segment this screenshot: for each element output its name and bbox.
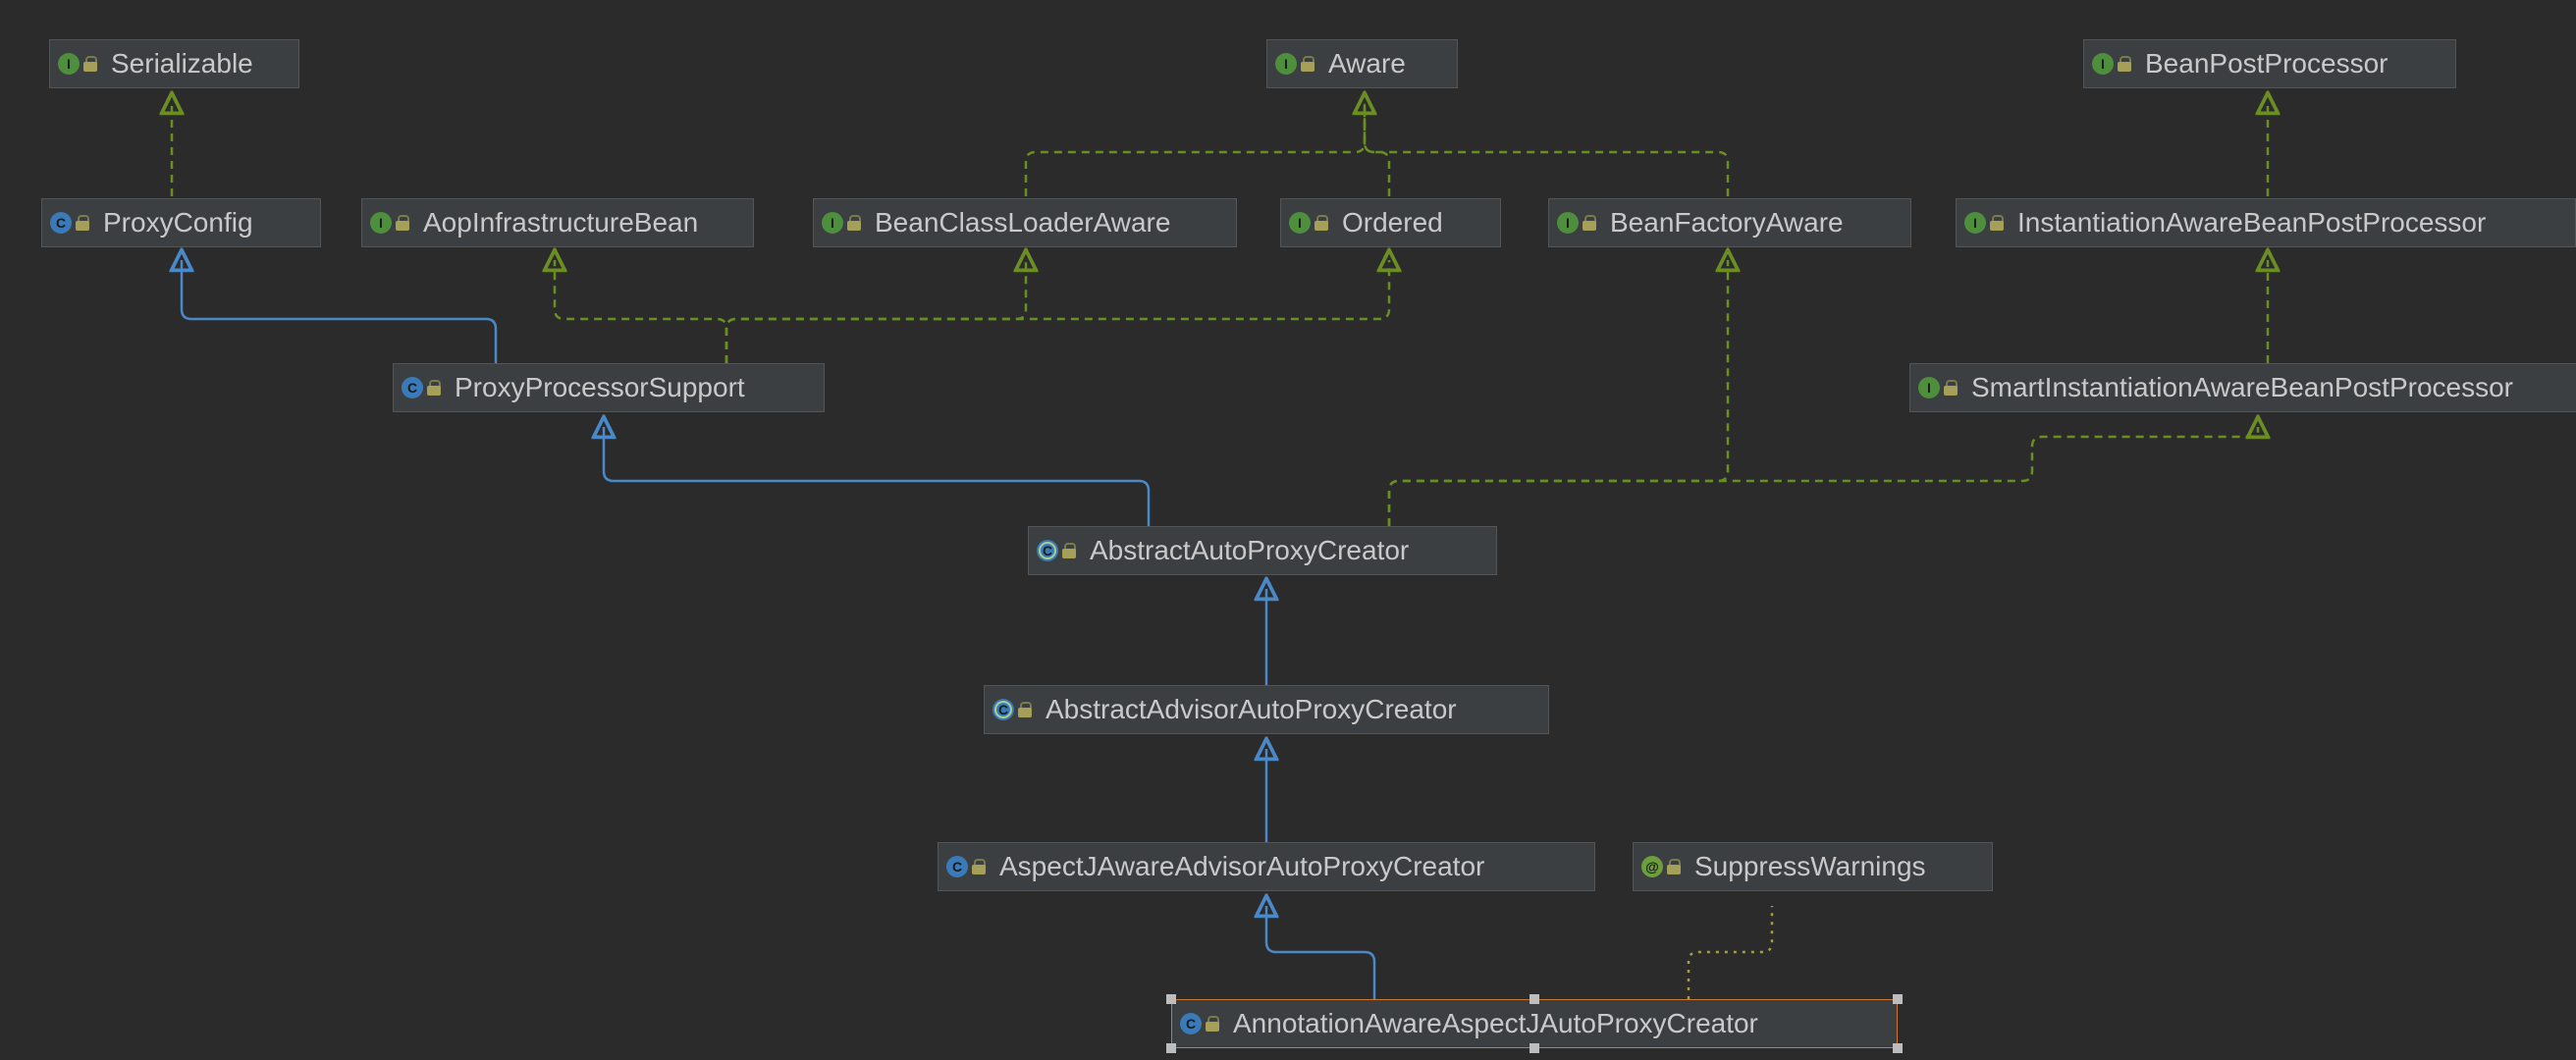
selection-handle[interactable]: [1893, 1043, 1903, 1053]
selection-handle[interactable]: [1166, 994, 1176, 1004]
lock-icon: [1667, 859, 1681, 874]
interface-icon: I: [1289, 212, 1311, 234]
node-label: Serializable: [111, 48, 253, 80]
edge-ordered-aware: [1365, 103, 1389, 196]
node-label: SuppressWarnings: [1694, 851, 1926, 882]
interface-icon: I: [58, 53, 80, 75]
lock-icon: [83, 56, 97, 72]
lock-icon: [396, 215, 409, 231]
annotation-icon: @: [1641, 856, 1663, 877]
node-label: ProxyConfig: [103, 207, 253, 238]
node-aopinfrabean[interactable]: I AopInfrastructureBean: [361, 198, 754, 247]
lock-icon: [1315, 215, 1328, 231]
lock-icon: [1018, 702, 1032, 717]
lock-icon: [2118, 56, 2131, 72]
node-ordered[interactable]: I Ordered: [1280, 198, 1501, 247]
abstract-class-icon: C: [1037, 540, 1058, 561]
node-label: InstantiationAwareBeanPostProcessor: [2017, 207, 2486, 238]
node-label: Ordered: [1342, 207, 1443, 238]
selection-handle[interactable]: [1530, 1043, 1539, 1053]
edge-pps-aopinfra: [555, 260, 726, 363]
edge-aapc-smartinst: [1389, 427, 2258, 526]
node-aspectjawareadvisorautoproxycreator[interactable]: C AspectJAwareAdvisorAutoProxyCreator: [938, 842, 1595, 891]
node-smartinstawarebpp[interactable]: I SmartInstantiationAwareBeanPostProcess…: [1909, 363, 2576, 412]
edge-pps-bcla: [726, 260, 1026, 363]
node-label: AbstractAdvisorAutoProxyCreator: [1046, 694, 1457, 725]
edge-annoaware-suppress: [1689, 906, 1772, 999]
interface-icon: I: [1964, 212, 1986, 234]
interface-icon: I: [822, 212, 843, 234]
selection-handle[interactable]: [1530, 994, 1539, 1004]
node-proxyprocessorsupport[interactable]: C ProxyProcessorSupport: [393, 363, 825, 412]
interface-icon: I: [370, 212, 392, 234]
node-serializable[interactable]: I Serializable: [49, 39, 299, 88]
node-abstractadvisorautoproxycreator[interactable]: C AbstractAdvisorAutoProxyCreator: [984, 685, 1549, 734]
class-icon: C: [402, 377, 423, 398]
lock-icon: [1990, 215, 2004, 231]
edge-pps-ordered: [726, 260, 1389, 363]
edge-pps-proxyconfig: [182, 260, 496, 363]
node-abstractautoproxycreator[interactable]: C AbstractAutoProxyCreator: [1028, 526, 1497, 575]
edge-bfa-aware: [1365, 103, 1728, 196]
node-instantiationawarebpp[interactable]: I InstantiationAwareBeanPostProcessor: [1956, 198, 2576, 247]
interface-icon: I: [1918, 377, 1940, 398]
node-label: BeanPostProcessor: [2145, 48, 2388, 80]
diagram-canvas[interactable]: I Serializable I Aware I BeanPostProcess…: [0, 0, 2576, 1060]
node-label: SmartInstantiationAwareBeanPostProcessor: [1971, 372, 2513, 403]
lock-icon: [972, 859, 986, 874]
node-beanclassloaderaware[interactable]: I BeanClassLoaderAware: [813, 198, 1237, 247]
interface-icon: I: [1557, 212, 1579, 234]
node-label: AbstractAutoProxyCreator: [1090, 535, 1409, 566]
node-beanpostprocessor[interactable]: I BeanPostProcessor: [2083, 39, 2456, 88]
selection-handle[interactable]: [1166, 1043, 1176, 1053]
class-icon: C: [1180, 1013, 1202, 1034]
edge-aapc-pps: [604, 427, 1149, 526]
class-icon: C: [946, 856, 968, 877]
node-suppresswarnings[interactable]: @ SuppressWarnings: [1633, 842, 1993, 891]
interface-icon: I: [1275, 53, 1297, 75]
lock-icon: [1206, 1016, 1219, 1032]
lock-icon: [1062, 543, 1076, 558]
edge-aapc-bfa: [1389, 260, 1728, 526]
lock-icon: [1944, 380, 1958, 396]
selection-handle[interactable]: [1893, 994, 1903, 1004]
node-label: AnnotationAwareAspectJAutoProxyCreator: [1233, 1008, 1758, 1039]
node-annotationawareaspectjautoproxycreator[interactable]: C AnnotationAwareAspectJAutoProxyCreator: [1171, 999, 1898, 1048]
edge-annoaware-ajaware: [1266, 906, 1374, 999]
class-icon: C: [50, 212, 72, 234]
node-label: Aware: [1328, 48, 1406, 80]
lock-icon: [427, 380, 441, 396]
node-label: AspectJAwareAdvisorAutoProxyCreator: [999, 851, 1484, 882]
lock-icon: [76, 215, 89, 231]
abstract-class-icon: C: [993, 699, 1014, 720]
node-beanfactoryaware[interactable]: I BeanFactoryAware: [1548, 198, 1911, 247]
node-label: ProxyProcessorSupport: [455, 372, 745, 403]
node-proxyconfig[interactable]: C ProxyConfig: [41, 198, 321, 247]
node-label: AopInfrastructureBean: [423, 207, 698, 238]
lock-icon: [1583, 215, 1596, 231]
node-label: BeanFactoryAware: [1610, 207, 1844, 238]
lock-icon: [1301, 56, 1315, 72]
node-label: BeanClassLoaderAware: [875, 207, 1170, 238]
interface-icon: I: [2092, 53, 2114, 75]
node-aware[interactable]: I Aware: [1266, 39, 1458, 88]
lock-icon: [847, 215, 861, 231]
edge-bcla-aware: [1026, 103, 1365, 196]
